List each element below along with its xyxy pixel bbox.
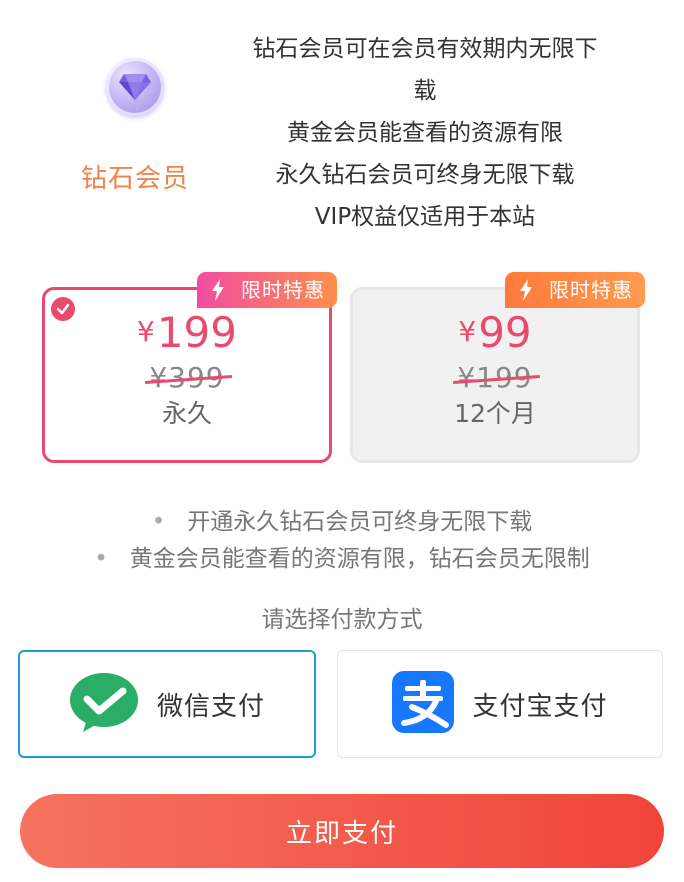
- promo-badge: 限时特惠: [197, 272, 337, 308]
- plan-price: ¥199: [45, 308, 329, 357]
- membership-level-name: 钻石会员: [80, 164, 189, 194]
- plan-duration: 12个月: [454, 399, 536, 428]
- original-price: ¥399: [149, 361, 225, 394]
- plan-card-lifetime[interactable]: 限时特惠 ¥199 ¥399 永久: [42, 272, 337, 463]
- promo-badge-label: 限时特惠: [549, 278, 633, 302]
- promo-badge-label: 限时特惠: [241, 278, 325, 302]
- membership-description: 钻石会员可在会员有效期内无限下 载 黄金会员能查看的资源有限 永久钻石会员可终身…: [220, 28, 630, 238]
- currency-symbol: ¥: [137, 315, 155, 348]
- original-price: ¥199: [457, 361, 533, 394]
- description-line: 钻石会员可在会员有效期内无限下: [252, 36, 598, 62]
- bullet-icon: •: [151, 509, 166, 535]
- diamond-icon: [106, 58, 164, 116]
- description-line: 永久钻石会员可终身无限下载: [275, 162, 575, 188]
- price-value: 99: [478, 308, 532, 357]
- promo-badge: 限时特惠: [505, 272, 645, 308]
- alipay-icon: [392, 671, 455, 737]
- vip-purchase-page: 钻石会员 钻石会员可在会员有效期内无限下 载 黄金会员能查看的资源有限 永久钻石…: [0, 0, 684, 882]
- payment-method-label: 请选择付款方式: [261, 607, 423, 633]
- benefit-note-text: 黄金会员能查看的资源有限，钻石会员无限制: [129, 546, 590, 572]
- payment-option-wechat[interactable]: 微信支付: [18, 650, 316, 758]
- plan-card-12-months[interactable]: 限时特惠 ¥99 ¥199 12个月: [350, 272, 645, 463]
- pay-now-button[interactable]: 立即支付: [20, 794, 664, 868]
- currency-symbol: ¥: [458, 315, 477, 348]
- plan-duration: 永久: [161, 399, 212, 428]
- plan-price: ¥99: [353, 308, 637, 357]
- lightning-icon: [520, 279, 532, 301]
- description-line: 黄金会员能查看的资源有限: [287, 120, 563, 146]
- bullet-icon: •: [94, 546, 108, 572]
- payment-option-label: 微信支付: [156, 691, 265, 722]
- wechat-pay-icon: [69, 671, 139, 737]
- benefit-notes: • 开通永久钻石会员可终身无限下载 • 黄金会员能查看的资源有限，钻石会员无限制: [0, 504, 684, 578]
- benefit-note-text: 开通永久钻石会员可终身无限下载: [187, 509, 533, 535]
- payment-option-label: 支付宝支付: [472, 691, 608, 722]
- selected-check-icon: [51, 297, 75, 321]
- benefit-note: • 开通永久钻石会员可终身无限下载: [0, 504, 684, 541]
- description-line: 载: [413, 78, 437, 104]
- benefit-note: • 黄金会员能查看的资源有限，钻石会员无限制: [0, 541, 684, 578]
- description-line: VIP权益仅适用于本站: [314, 204, 536, 230]
- payment-option-alipay[interactable]: 支付宝支付: [337, 650, 663, 758]
- price-value: 199: [156, 308, 237, 357]
- lightning-icon: [212, 279, 224, 301]
- membership-level: 钻石会员: [60, 58, 210, 195]
